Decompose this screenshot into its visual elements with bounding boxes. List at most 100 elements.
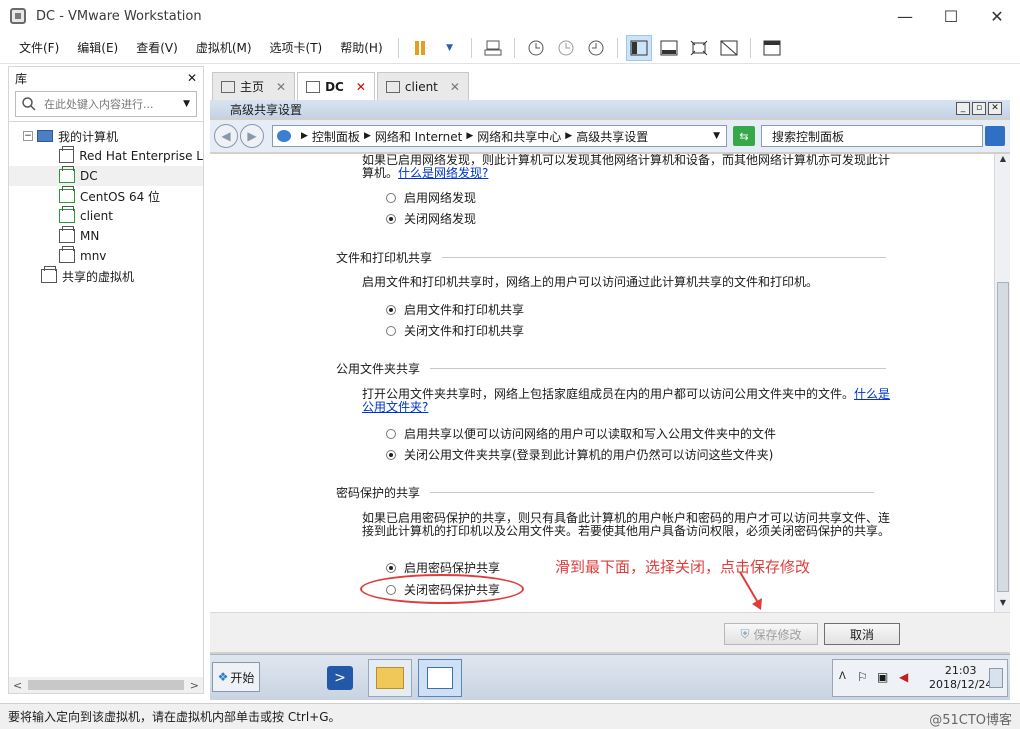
tray-clock[interactable]: 21:03 2018/12/24 [929, 664, 992, 692]
scroll-thumb[interactable] [28, 680, 184, 690]
full-screen-icon[interactable] [686, 35, 712, 61]
forward-icon[interactable]: ▶ [240, 124, 264, 148]
pause-button[interactable] [407, 35, 433, 61]
discovery-help-link[interactable]: 什么是网络发现? [398, 166, 488, 180]
tab-close-icon[interactable]: ✕ [276, 80, 286, 94]
powershell-icon[interactable]: > [318, 659, 362, 697]
minimize-button[interactable]: — [882, 0, 928, 32]
collapse-icon[interactable]: − [23, 131, 33, 141]
annotation-ellipse [360, 574, 524, 604]
breadcrumb-dropdown-icon[interactable]: ▼ [713, 131, 720, 141]
radio-button[interactable] [386, 562, 396, 573]
breadcrumb-item[interactable]: 网络和 Internet [375, 128, 462, 145]
save-changes-button[interactable]: ⛨ 保存修改 [724, 623, 818, 645]
library-search-input[interactable]: 在此处键入内容进行... ▼ [15, 91, 197, 117]
console-view-icon[interactable] [759, 35, 785, 61]
tree-item-vm[interactable]: MN [9, 226, 203, 246]
show-library-icon[interactable] [625, 34, 652, 61]
flag-icon[interactable]: ⚐ [857, 670, 868, 684]
menu-help[interactable]: 帮助(H) [331, 39, 391, 56]
tree-item-vm[interactable]: CentOS 64 位 [9, 186, 203, 206]
guest-restore-button[interactable]: ▫ [972, 102, 986, 115]
snapshot-manager-icon[interactable] [583, 35, 609, 61]
tree-my-computer[interactable]: − 我的计算机 [9, 126, 203, 146]
toolbar-divider [749, 37, 751, 58]
show-desktop-icon[interactable] [989, 668, 1003, 688]
radio-button[interactable] [386, 325, 396, 336]
control-panel-icon[interactable] [418, 659, 462, 697]
guest-minimize-button[interactable]: _ [956, 102, 970, 115]
unity-icon[interactable] [716, 35, 742, 61]
back-icon[interactable]: ◀ [214, 124, 238, 148]
radio-button[interactable] [386, 213, 396, 224]
thumbnail-bar-icon[interactable] [656, 35, 682, 61]
tab-close-icon[interactable]: ✕ [356, 80, 366, 94]
breadcrumb-item[interactable]: 高级共享设置 [576, 128, 648, 145]
search-dropdown-icon[interactable]: ▼ [183, 99, 190, 109]
tab-client[interactable]: client ✕ [376, 72, 469, 100]
menu-file[interactable]: 文件(F) [10, 39, 68, 56]
menu-edit[interactable]: 编辑(E) [68, 39, 127, 56]
breadcrumb[interactable]: ▶ 控制面板 ▶ 网络和 Internet ▶ 网络和共享中心 ▶ 高级共享设置 ▼ [272, 125, 727, 147]
volume-muted-icon[interactable]: ◀ [899, 670, 908, 684]
scroll-up-icon[interactable]: ▲ [995, 154, 1010, 168]
pause-dropdown-icon[interactable]: ▼ [437, 35, 463, 61]
radio-file-off[interactable]: 关闭文件和打印机共享 [386, 322, 524, 339]
radio-button[interactable] [386, 192, 396, 203]
explorer-icon[interactable] [368, 659, 412, 697]
revert-snapshot-icon[interactable] [553, 35, 579, 61]
guest-close-button[interactable]: ✕ [988, 102, 1002, 115]
scroll-down-icon[interactable]: ▼ [995, 598, 1010, 612]
breadcrumb-item[interactable]: 网络和共享中心 [477, 128, 561, 145]
section-divider [430, 492, 875, 493]
tree-item-vm[interactable]: mnv [9, 246, 203, 266]
tab-dc[interactable]: DC ✕ [297, 72, 375, 100]
radio-button[interactable] [386, 428, 396, 439]
shield-icon: ⛨ [740, 626, 750, 641]
server-manager-icon[interactable] [268, 659, 312, 697]
network-tray-icon[interactable]: ▣ [877, 670, 888, 684]
scroll-thumb[interactable] [997, 282, 1009, 592]
radio-public-off[interactable]: 关闭公用文件夹共享(登录到此计算机的用户仍然可以访问这些文件夹) [386, 446, 773, 463]
vm-tab-strip: 主页 ✕ DC ✕ client ✕ [212, 72, 471, 100]
tree-item-vm[interactable]: Red Hat Enterprise L [9, 146, 203, 166]
library-horizontal-scrollbar[interactable]: < > [9, 677, 203, 693]
snapshot-icon[interactable] [523, 35, 549, 61]
password-description: 如果已启用密码保护的共享，则只有具备此计算机的用户帐户和密码的用户才可以访问共享… [362, 511, 891, 538]
guest-vertical-scrollbar[interactable]: ▲ ▼ [994, 154, 1010, 612]
radio-discovery-off[interactable]: 关闭网络发现 [386, 210, 476, 227]
cancel-button[interactable]: 取消 [824, 623, 900, 645]
tree-shared-vms[interactable]: 共享的虚拟机 [9, 266, 203, 286]
radio-file-on[interactable]: 启用文件和打印机共享 [386, 301, 524, 318]
start-button[interactable]: ❖ 开始 [212, 662, 260, 692]
vm-label: CentOS 64 位 [80, 189, 161, 204]
scroll-left-icon[interactable]: < [13, 679, 22, 692]
tree-item-vm[interactable]: DC [9, 166, 203, 186]
breadcrumb-item[interactable]: 控制面板 [312, 128, 360, 145]
radio-button[interactable] [386, 304, 396, 315]
tab-home[interactable]: 主页 ✕ [212, 72, 296, 100]
guest-search-input[interactable]: 搜索控制面板 [761, 125, 983, 147]
send-ctrl-alt-del-icon[interactable] [480, 35, 506, 61]
menu-view[interactable]: 查看(V) [127, 39, 187, 56]
tray-expand-icon[interactable]: ᐱ [839, 671, 846, 682]
guest-search-icon[interactable] [985, 126, 1005, 146]
status-text: 要将输入定向到该虚拟机，请在虚拟机内部单击或按 Ctrl+G。 [8, 710, 341, 724]
scroll-right-icon[interactable]: > [190, 679, 199, 692]
refresh-icon[interactable]: ⇆ [733, 126, 755, 146]
network-icon [277, 130, 291, 142]
radio-button[interactable] [386, 449, 396, 460]
vm-running-icon [59, 166, 75, 183]
vm-icon [59, 246, 75, 263]
tab-close-icon[interactable]: ✕ [450, 80, 460, 94]
tree-item-vm[interactable]: client [9, 206, 203, 226]
close-button[interactable]: ✕ [974, 0, 1020, 32]
library-close-icon[interactable]: ✕ [187, 71, 197, 85]
radio-label: 启用文件和打印机共享 [404, 303, 525, 317]
menu-vm[interactable]: 虚拟机(M) [187, 39, 261, 56]
menu-tabs[interactable]: 选项卡(T) [261, 39, 332, 56]
vm-console[interactable]: 高级共享设置 _ ▫ ✕ ◀ ▶ ▶ 控制面板 ▶ 网络和 Internet ▶ 网络… [210, 100, 1010, 700]
radio-discovery-on[interactable]: 启用网络发现 [386, 189, 476, 206]
radio-public-on[interactable]: 启用共享以便可以访问网络的用户可以读取和写入公用文件夹中的文件 [386, 425, 776, 442]
maximize-button[interactable]: ☐ [928, 0, 974, 32]
